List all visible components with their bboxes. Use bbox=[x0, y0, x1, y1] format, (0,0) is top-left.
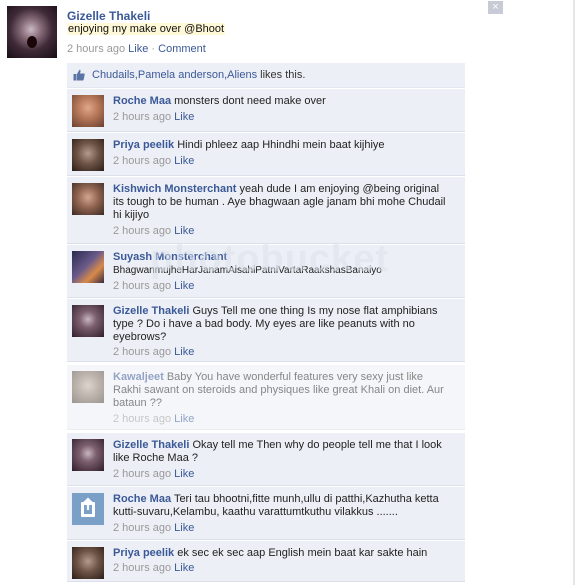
comment-item: Priya peelik ek sec ek sec aap English m… bbox=[67, 541, 465, 582]
comment-text: ek sec ek sec aap English mein baat kar … bbox=[177, 547, 428, 559]
comment-item: Roche Maa monsters dont need make over 2… bbox=[67, 89, 465, 132]
likes-text: Chudails,Pamela anderson,Aliens likes th… bbox=[92, 69, 305, 81]
likes-suffix: likes this. bbox=[257, 69, 306, 81]
commenter-avatar[interactable] bbox=[72, 305, 104, 337]
comment-time: 2 hours ago bbox=[113, 225, 172, 237]
comment-meta: 2 hours ago Like bbox=[113, 280, 194, 292]
comment-time: 2 hours ago bbox=[113, 280, 172, 292]
commenter-name[interactable]: Gizelle Thakeli bbox=[113, 305, 189, 317]
comment-time: 2 hours ago bbox=[113, 346, 172, 358]
commenter-avatar[interactable] bbox=[72, 251, 104, 283]
commenter-avatar[interactable] bbox=[72, 371, 104, 403]
likes-summary: Chudails,Pamela anderson,Aliens likes th… bbox=[67, 63, 465, 88]
meta-separator: · bbox=[151, 43, 156, 55]
commenter-name[interactable]: Priya peelik bbox=[113, 139, 174, 151]
post-text: enjoying my make over @Bhoot bbox=[67, 23, 226, 35]
post-author-avatar[interactable] bbox=[7, 6, 57, 58]
comment-like-link[interactable]: Like bbox=[174, 346, 194, 358]
comment-item: Gizelle Thakeli Okay tell me Then why do… bbox=[67, 433, 465, 486]
comment-like-link[interactable]: Like bbox=[174, 522, 194, 534]
post-author-name[interactable]: Gizelle Thakeli bbox=[67, 9, 150, 23]
commenter-avatar[interactable] bbox=[72, 183, 104, 215]
comment-meta: 2 hours ago Like bbox=[113, 522, 194, 534]
commenter-avatar[interactable] bbox=[72, 95, 104, 127]
commenter-name[interactable]: Roche Maa bbox=[113, 95, 171, 107]
comment-item: Roche Maa Teri tau bhootni,fitte munh,ul… bbox=[67, 487, 465, 540]
comment-item: Kishwich Monsterchant yeah dude I am enj… bbox=[67, 177, 465, 244]
comment-item: Kawaljeet Baby You have wonderful featur… bbox=[67, 365, 465, 430]
comment-meta: 2 hours ago Like bbox=[113, 413, 194, 425]
post-like-link[interactable]: Like bbox=[128, 43, 148, 55]
comment-body: Kishwich Monsterchant yeah dude I am enj… bbox=[113, 183, 453, 222]
comment-text: BhagwanmujheHarJanamAisahiPatniVartaRaak… bbox=[113, 265, 382, 276]
comment-like-link[interactable]: Like bbox=[174, 225, 194, 237]
comment-meta: 2 hours ago Like bbox=[113, 111, 194, 123]
comment-body: Gizelle Thakeli Okay tell me Then why do… bbox=[113, 439, 453, 465]
comment-body: Suyash Monsterchant BhagwanmujheHarJanamA… bbox=[113, 251, 453, 277]
comment-body: Roche Maa Teri tau bhootni,fitte munh,ul… bbox=[113, 493, 453, 519]
thumbs-up-icon bbox=[73, 69, 85, 81]
comment-meta: 2 hours ago Like bbox=[113, 346, 194, 358]
comment-time: 2 hours ago bbox=[113, 522, 172, 534]
commenter-avatar[interactable] bbox=[72, 547, 104, 579]
comment-text: Hindi phleez aap Hhindhi mein baat kijhi… bbox=[177, 139, 385, 151]
comment-meta: 2 hours ago Like bbox=[113, 468, 194, 480]
comment-body: Kawaljeet Baby You have wonderful featur… bbox=[113, 371, 453, 410]
comment-time: 2 hours ago bbox=[113, 413, 172, 425]
avatar-mouth bbox=[27, 36, 37, 48]
commenter-avatar[interactable] bbox=[72, 139, 104, 171]
comment-body: Priya peelik Hindi phleez aap Hhindhi me… bbox=[113, 139, 453, 152]
commenter-avatar[interactable] bbox=[72, 493, 104, 525]
comment-like-link[interactable]: Like bbox=[174, 280, 194, 292]
comment-body: Priya peelik ek sec ek sec aap English m… bbox=[113, 547, 453, 560]
comment-like-link[interactable]: Like bbox=[174, 413, 194, 425]
comment-like-link[interactable]: Like bbox=[174, 468, 194, 480]
comment-time: 2 hours ago bbox=[113, 562, 172, 574]
comment-item: Priya peelik Hindi phleez aap Hhindhi me… bbox=[67, 133, 465, 176]
commenter-avatar[interactable] bbox=[72, 439, 104, 471]
comment-meta: 2 hours ago Like bbox=[113, 225, 194, 237]
commenter-name[interactable]: Roche Maa bbox=[113, 493, 171, 505]
post-time: 2 hours ago bbox=[67, 43, 126, 55]
commenter-name[interactable]: Suyash Monsterchant bbox=[113, 251, 227, 263]
comment-meta: 2 hours ago Like bbox=[113, 562, 194, 574]
comment-body: Gizelle Thakeli Guys Tell me one thing I… bbox=[113, 305, 453, 344]
commenter-name[interactable]: Gizelle Thakeli bbox=[113, 439, 189, 451]
comment-time: 2 hours ago bbox=[113, 468, 172, 480]
likers-link[interactable]: Chudails,Pamela anderson,Aliens bbox=[92, 69, 257, 81]
commenter-name[interactable]: Kawaljeet bbox=[113, 371, 164, 383]
comment-like-link[interactable]: Like bbox=[174, 155, 194, 167]
comment-like-link[interactable]: Like bbox=[174, 562, 194, 574]
commenter-name[interactable]: Priya peelik bbox=[113, 547, 174, 559]
comment-body: Roche Maa monsters dont need make over bbox=[113, 95, 453, 108]
post-meta: 2 hours ago Like · Comment bbox=[67, 43, 206, 55]
comment-time: 2 hours ago bbox=[113, 155, 172, 167]
comment-item: Suyash Monsterchant BhagwanmujheHarJanamA… bbox=[67, 245, 465, 298]
comment-item: Gizelle Thakeli Guys Tell me one thing I… bbox=[67, 299, 465, 362]
comment-meta: 2 hours ago Like bbox=[113, 155, 194, 167]
comment-like-link[interactable]: Like bbox=[174, 111, 194, 123]
default-avatar-icon bbox=[81, 497, 95, 517]
post-comment-link[interactable]: Comment bbox=[158, 43, 206, 55]
comment-text: monsters dont need make over bbox=[174, 95, 326, 107]
close-icon[interactable]: × bbox=[488, 1, 503, 14]
commenter-name[interactable]: Kishwich Monsterchant bbox=[113, 183, 236, 195]
comment-time: 2 hours ago bbox=[113, 111, 172, 123]
